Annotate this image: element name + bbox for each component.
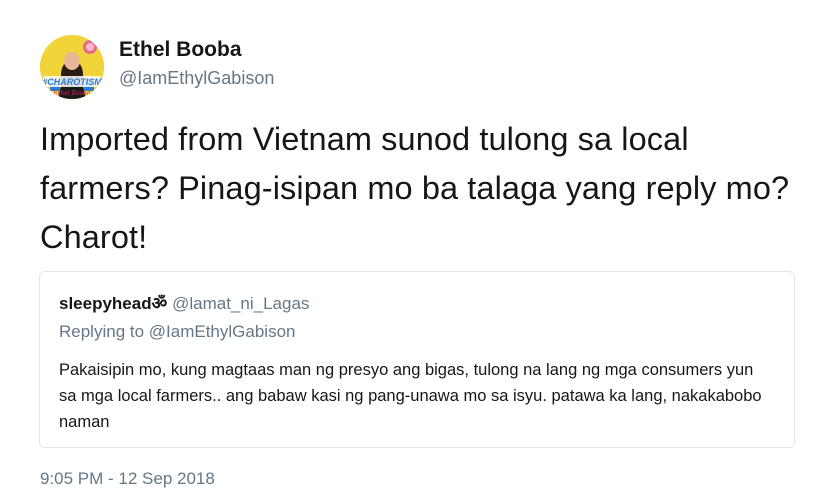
quoted-tweet-header: sleepyheadॐ @lamat_ni_Lagas [59, 291, 309, 314]
replying-to-text: Replying to @IamEthylGabison [59, 322, 296, 341]
quoted-author-handle: @lamat_ni_Lagas [172, 294, 310, 313]
quoted-author-name: sleepyheadॐ [59, 294, 168, 313]
author-handle[interactable]: @IamEthylGabison [119, 68, 274, 89]
author-display-name[interactable]: Ethel Booba [119, 38, 242, 62]
tweet-container: #CHAROTISM Ethel Booba Ethel Booba @IamE… [0, 0, 833, 497]
avatar-image-icon: #CHAROTISM Ethel Booba [40, 35, 104, 99]
author-avatar[interactable]: #CHAROTISM Ethel Booba [40, 35, 104, 99]
avatar-text: #CHAROTISM [42, 77, 102, 87]
tweet-timestamp[interactable]: 9:05 PM - 12 Sep 2018 [40, 469, 215, 489]
tweet-text: Imported from Vietnam sunod tulong sa lo… [40, 121, 790, 255]
avatar-signature: Ethel Booba [52, 90, 91, 97]
quoted-tweet-text: Pakaisipin mo, kung magtaas man ng presy… [59, 361, 762, 431]
quoted-tweet-card[interactable]: sleepyheadॐ @lamat_ni_Lagas Replying to @… [39, 271, 795, 448]
